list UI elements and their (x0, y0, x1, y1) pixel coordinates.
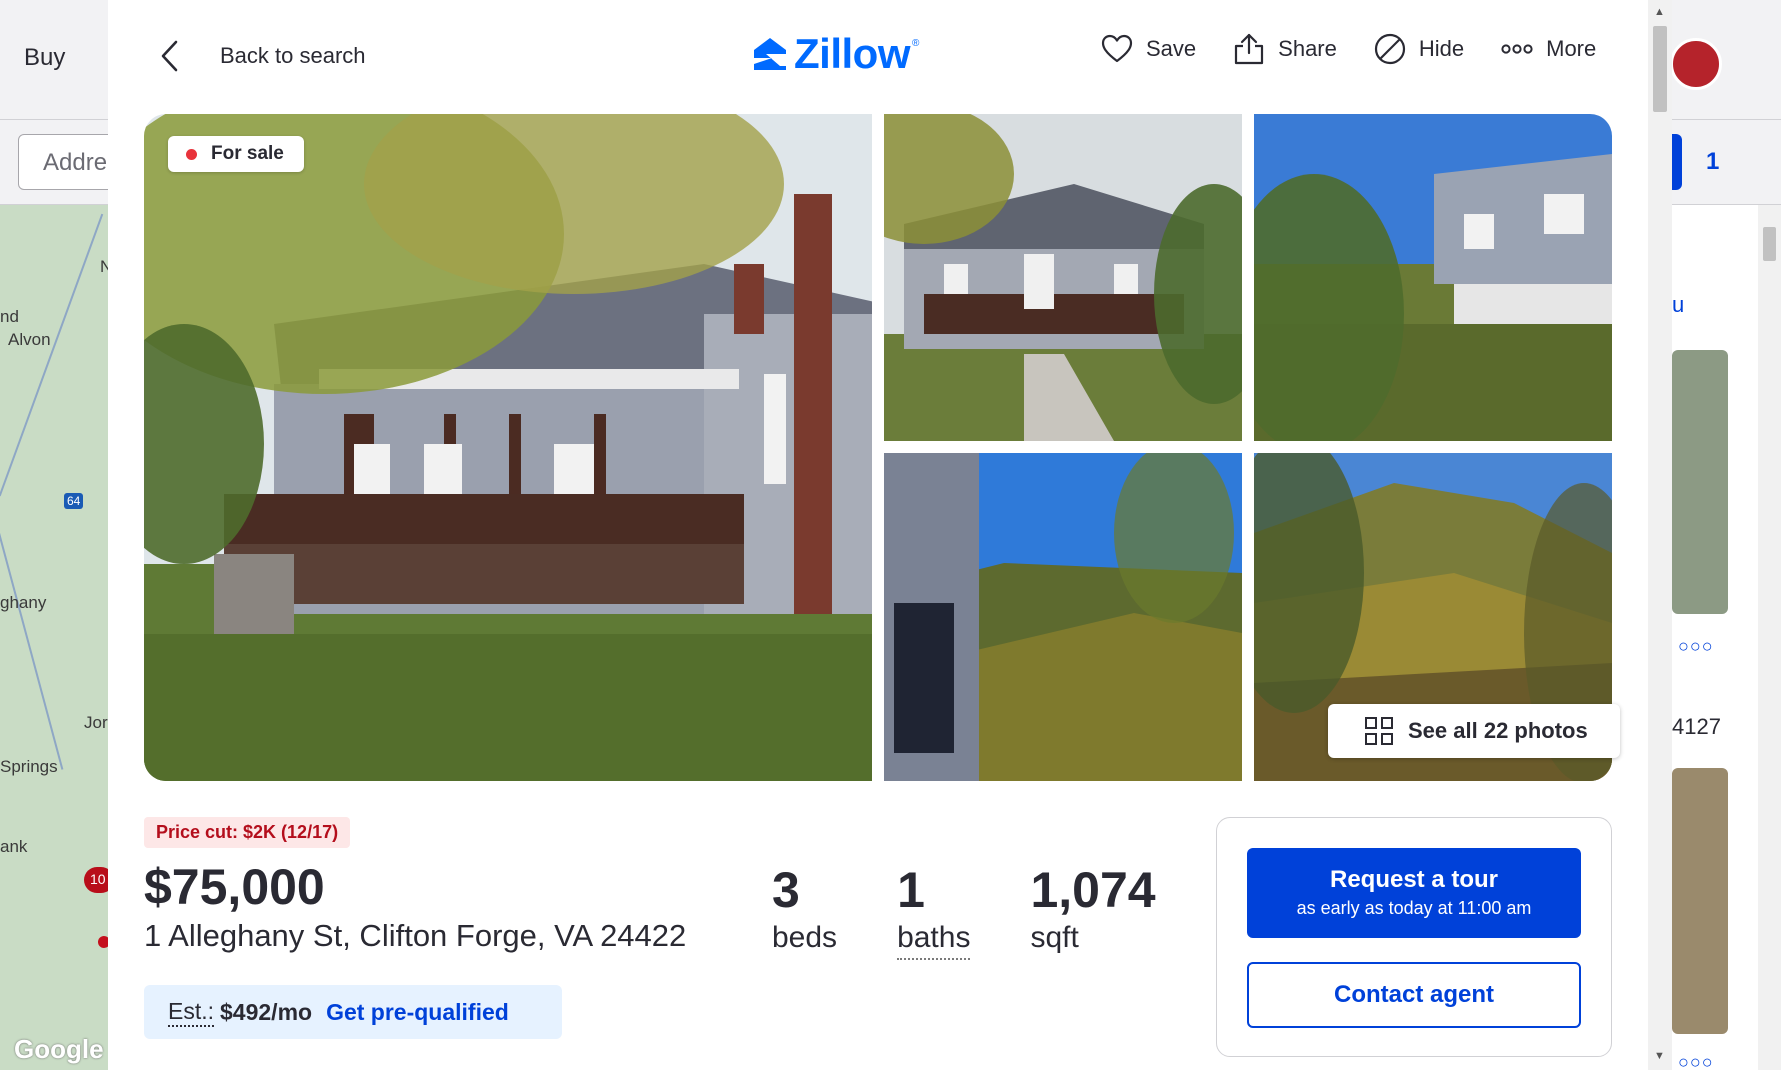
sort-dropdown-label[interactable]: u (1672, 292, 1684, 318)
see-all-photos-label: See all 22 photos (1408, 718, 1588, 743)
sqft-value: 1,074 (1030, 862, 1156, 918)
result-card-image[interactable] (1672, 350, 1728, 614)
hide-label: Hide (1418, 36, 1465, 61)
status-label: For sale (211, 143, 284, 164)
status-badge: For sale (168, 136, 304, 172)
map-label: ghany (0, 593, 47, 612)
get-pre-qualified-link[interactable]: Get pre-qualified (326, 999, 509, 1026)
result-card-image[interactable] (1672, 768, 1728, 1034)
map-label: 64 (64, 493, 84, 509)
listing-modal: Back to search Zillow ® Save Share Hide … (108, 0, 1672, 1070)
grid-icon (1365, 717, 1393, 745)
main-photo[interactable]: For sale (144, 114, 872, 781)
results-scrollbar[interactable] (1758, 205, 1781, 1070)
see-all-photos-button[interactable]: See all 22 photos (1328, 704, 1620, 758)
baths-label[interactable]: baths (897, 918, 971, 960)
share-icon (1235, 33, 1264, 65)
contact-panel: Request a tour as early as today at 11:0… (1216, 817, 1612, 1057)
contact-agent-button[interactable]: Contact agent (1247, 962, 1581, 1028)
modal-header: Back to search Zillow ® Save Share Hide … (108, 0, 1648, 112)
save-label: Save (1146, 36, 1197, 61)
map-label: Alvon (8, 330, 51, 349)
sqft-fact: 1,074 sqft (1030, 862, 1155, 960)
nav-buy[interactable]: Buy (24, 44, 65, 72)
share-label: Share (1278, 36, 1337, 61)
est-payment-value: $492/mo (220, 998, 313, 1025)
scroll-up-arrow-icon[interactable]: ▲ (1654, 6, 1665, 18)
scroll-down-arrow-icon[interactable]: ▼ (1654, 1050, 1665, 1062)
back-to-search-button[interactable]: Back to search (158, 34, 366, 78)
header-actions: Save Share Hide More (1100, 32, 1632, 66)
registered-mark: ® (912, 38, 920, 49)
sqft-label: sqft (1030, 921, 1079, 954)
listing-price: $75,000 (144, 859, 325, 915)
map[interactable]: nd Alvon N 64 ghany Jor Springs ank 10 (0, 205, 108, 1070)
request-tour-button[interactable]: Request a tour as early as today at 11:0… (1247, 848, 1581, 938)
map-label: Jor (84, 713, 108, 732)
map-pin-dot[interactable] (98, 936, 108, 948)
request-tour-label: Request a tour (1329, 866, 1499, 893)
request-tour-sublabel: as early as today at 11:00 am (1296, 898, 1532, 918)
photo-gallery: For sale See all 22 photos (144, 114, 1620, 781)
hide-button[interactable]: Hide (1373, 32, 1464, 66)
baths-fact[interactable]: 1 baths (897, 862, 971, 960)
saved-homes-count[interactable]: 1 (1706, 148, 1719, 176)
save-button[interactable]: Save (1100, 32, 1196, 66)
zillow-logo-icon (754, 38, 786, 70)
heart-icon (1101, 34, 1133, 63)
house-photo-illustration (144, 114, 872, 781)
share-button[interactable]: Share (1232, 32, 1337, 66)
gallery-photo[interactable] (884, 453, 1242, 781)
listing-address: 1 Alleghany St, Clifton Forge, VA 24422 (144, 918, 687, 953)
map-label: nd (0, 307, 19, 326)
home-facts: 3 beds 1 baths 1,074 sqft (772, 862, 1216, 960)
house-side-photo-illustration (1254, 114, 1612, 441)
scrollbar-thumb[interactable] (1653, 26, 1667, 112)
beds-label: beds (772, 921, 838, 954)
beds-fact: 3 beds (772, 862, 837, 960)
google-logo: Google (14, 1034, 104, 1064)
status-dot-icon (186, 148, 197, 160)
beds-value: 3 (772, 862, 800, 918)
result-card-text: 4127 (1672, 714, 1721, 739)
map-label: Springs (0, 757, 58, 776)
house-front-photo-illustration (884, 114, 1242, 441)
estimated-payment-bar: Est.: $492/mo Get pre-qualified (144, 985, 562, 1039)
gallery-photo[interactable] (884, 114, 1242, 441)
zillow-wordmark: Zillow (794, 30, 911, 77)
modal-scrollbar[interactable]: ▲ ▼ (1648, 0, 1672, 1070)
user-avatar[interactable] (1670, 38, 1722, 90)
map-label: ank (0, 837, 28, 856)
more-button[interactable]: More (1500, 32, 1596, 66)
hide-icon (1374, 33, 1405, 65)
chevron-left-icon (161, 40, 178, 72)
map-price-pin[interactable]: 10 (84, 867, 108, 893)
est-payment-label[interactable]: Est.: (168, 998, 215, 1027)
mountain-view-photo-illustration (884, 453, 1242, 781)
more-dots-icon[interactable]: ○○○ (1678, 636, 1714, 657)
price-cut-badge: Price cut: $2K (12/17) (144, 817, 351, 848)
map-label: N (100, 257, 108, 276)
more-label: More (1546, 36, 1597, 61)
zillow-logo[interactable]: Zillow ® (750, 30, 919, 78)
baths-value: 1 (897, 862, 925, 918)
more-dots-icon (1501, 44, 1533, 54)
back-to-search-label: Back to search (220, 43, 366, 68)
gallery-photo[interactable] (1254, 114, 1612, 441)
